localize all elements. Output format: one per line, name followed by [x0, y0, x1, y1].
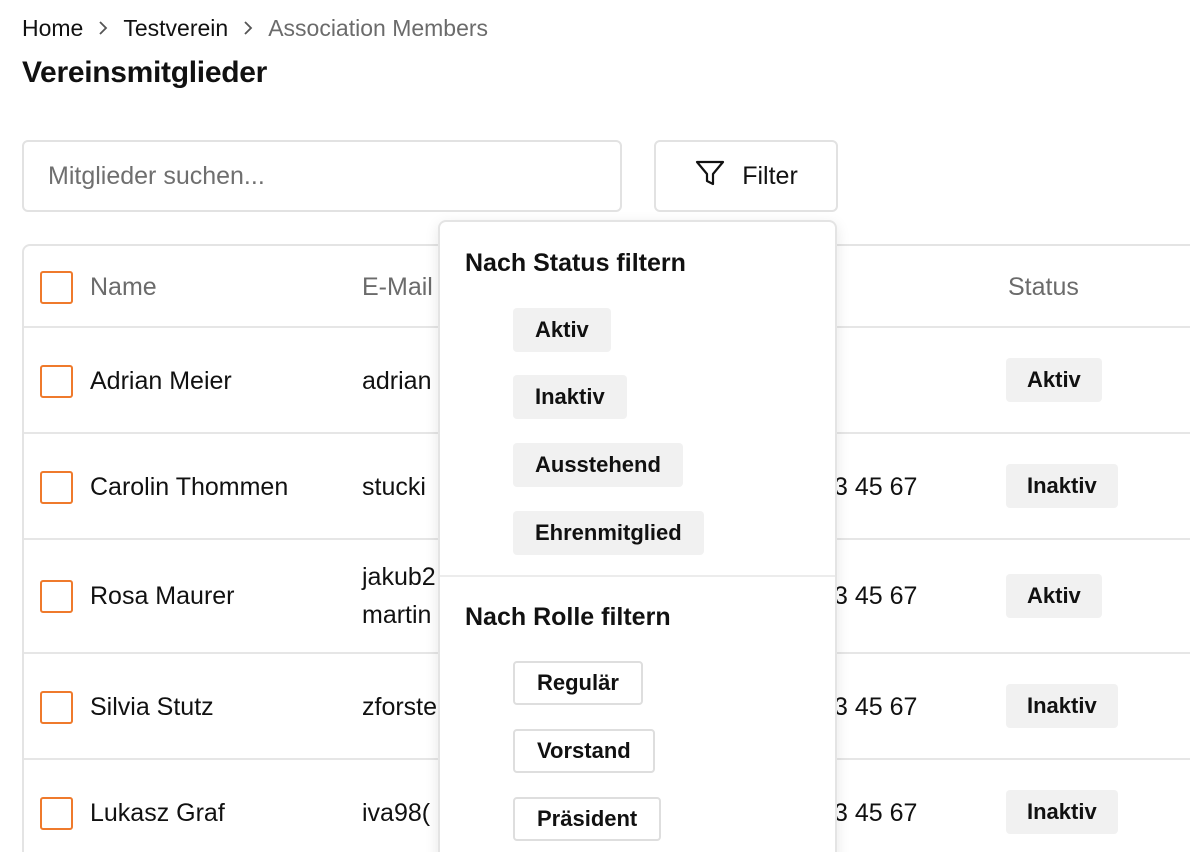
breadcrumb-testverein[interactable]: Testverein: [123, 15, 228, 42]
member-email: stucki: [362, 473, 426, 501]
breadcrumb-current: Association Members: [268, 14, 489, 41]
role-filter-title: Nach Rolle filtern: [465, 603, 671, 631]
row-checkbox[interactable]: [40, 797, 73, 830]
member-name: Adrian Meier: [90, 367, 232, 395]
column-header-name[interactable]: Name: [90, 273, 157, 302]
member-phone: 3 45 67: [834, 473, 918, 501]
member-name: Silvia Stutz: [90, 693, 214, 721]
member-name: Rosa Maurer: [90, 582, 235, 610]
filter-icon: [694, 157, 726, 196]
member-phone: 3 45 67: [834, 693, 918, 721]
dropdown-divider: [440, 575, 835, 577]
column-header-email[interactable]: E-Mail: [362, 273, 433, 302]
member-email: jakub2: [362, 563, 436, 591]
chevron-right-icon: [83, 21, 123, 35]
status-badge: Aktiv: [1006, 358, 1102, 402]
column-header-status[interactable]: Status: [1008, 273, 1079, 302]
status-filter-title: Nach Status filtern: [465, 249, 686, 277]
member-email: iva98(: [362, 799, 431, 827]
status-option-inaktiv[interactable]: Inaktiv: [513, 375, 627, 419]
member-name: Lukasz Graf: [90, 799, 225, 827]
filter-button-label: Filter: [742, 161, 798, 190]
member-phone: 3 45 67: [834, 582, 918, 610]
status-badge: Inaktiv: [1006, 790, 1118, 834]
select-all-checkbox[interactable]: [40, 271, 73, 304]
member-email-line2: martin: [362, 601, 432, 629]
row-checkbox[interactable]: [40, 365, 73, 398]
filter-dropdown: Nach Status filtern Aktiv Inaktiv Ausste…: [438, 220, 837, 852]
role-option-vorstand[interactable]: Vorstand: [513, 729, 655, 773]
search-input[interactable]: [22, 140, 622, 212]
member-email: zforste: [362, 693, 438, 721]
member-phone: 3 45 67: [834, 799, 918, 827]
filter-button[interactable]: Filter: [654, 140, 838, 212]
breadcrumb-home[interactable]: Home: [22, 15, 83, 42]
chevron-right-icon: [228, 21, 268, 35]
row-checkbox[interactable]: [40, 471, 73, 504]
status-badge: Inaktiv: [1006, 684, 1118, 728]
page-title: Vereinsmitglieder: [22, 56, 268, 89]
role-option-praesident[interactable]: Präsident: [513, 797, 662, 841]
role-option-regular[interactable]: Regulär: [513, 661, 643, 705]
status-option-ausstehend[interactable]: Ausstehend: [513, 443, 683, 487]
row-checkbox[interactable]: [40, 691, 73, 724]
status-badge: Aktiv: [1006, 574, 1102, 618]
status-option-ehrenmitglied[interactable]: Ehrenmitglied: [513, 511, 704, 555]
breadcrumb: Home Testverein Association Members: [22, 13, 488, 43]
status-badge: Inaktiv: [1006, 464, 1118, 508]
row-checkbox[interactable]: [40, 580, 73, 613]
member-email: adrian: [362, 367, 432, 395]
status-option-aktiv[interactable]: Aktiv: [513, 308, 611, 352]
member-name: Carolin Thommen: [90, 473, 289, 501]
